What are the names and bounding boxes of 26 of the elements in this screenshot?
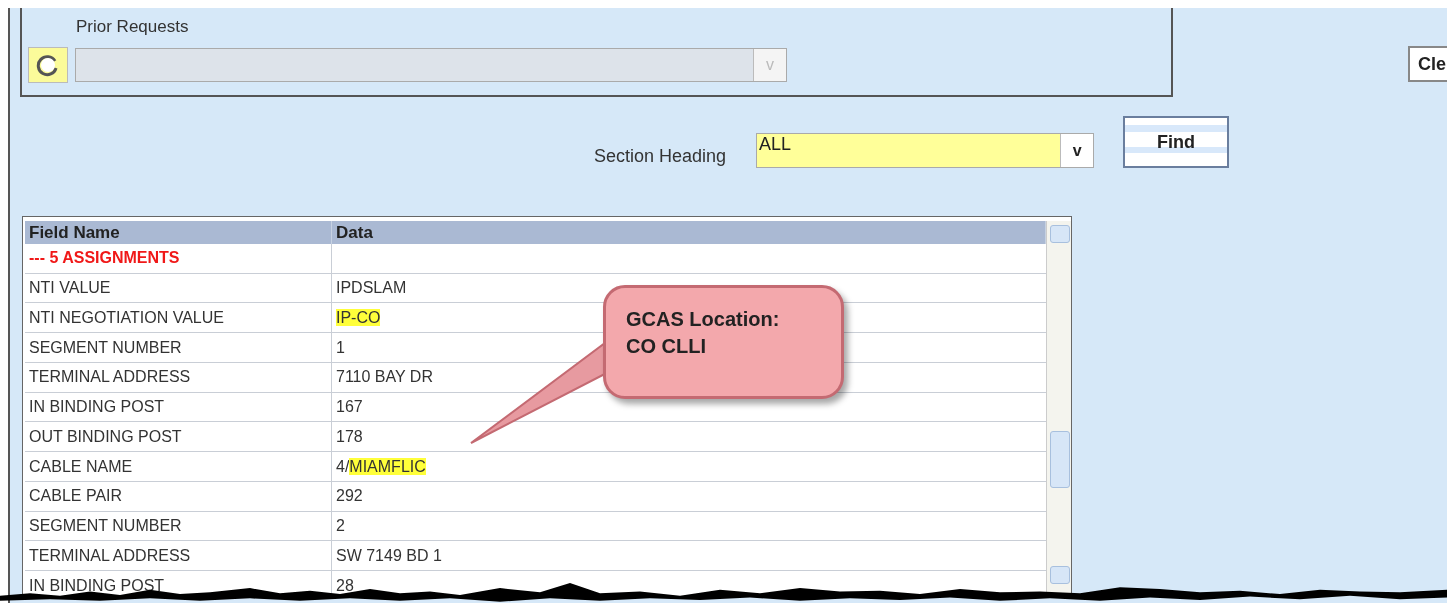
table-cell: SEGMENT NUMBER bbox=[25, 332, 332, 363]
column-header: Field Name bbox=[25, 221, 332, 244]
prior-requests-label: Prior Requests bbox=[76, 17, 189, 37]
find-button[interactable]: Find bbox=[1123, 116, 1230, 168]
table-cell: SEGMENT NUMBER bbox=[25, 511, 332, 541]
table-cell: IN BINDING POST bbox=[25, 392, 332, 422]
table-cell: CABLE NAME bbox=[25, 451, 332, 482]
table-cell: NTI NEGOTIATION VALUE bbox=[25, 302, 332, 333]
table-cell: 292 bbox=[331, 481, 1046, 512]
table-cell: TERMINAL ADDRESS bbox=[25, 362, 332, 393]
table-cell: SW 7149 BD 1 bbox=[331, 540, 1046, 571]
callout: GCAS Location: CO CLLI bbox=[603, 285, 844, 399]
section-heading-dropdown[interactable]: ALL v bbox=[756, 133, 1095, 168]
scrollbar[interactable] bbox=[1046, 221, 1071, 596]
table-cell: 2 bbox=[331, 511, 1046, 541]
table-cell: OUT BINDING POST bbox=[25, 421, 332, 452]
table-cell: 4/MIAMFLIC bbox=[331, 451, 1046, 482]
section-heading: --- 5 ASSIGNMENTS bbox=[25, 244, 332, 274]
column-header: Data bbox=[331, 221, 1046, 244]
table-cell: NTI VALUE bbox=[25, 273, 332, 303]
clear-button[interactable]: Cle bbox=[1408, 46, 1447, 82]
refresh-button[interactable] bbox=[28, 47, 68, 83]
section-heading-label: Section Heading bbox=[594, 146, 727, 167]
table-cell: TERMINAL ADDRESS bbox=[25, 540, 332, 571]
table-cell: CABLE PAIR bbox=[25, 481, 332, 512]
refresh-icon bbox=[36, 53, 60, 77]
